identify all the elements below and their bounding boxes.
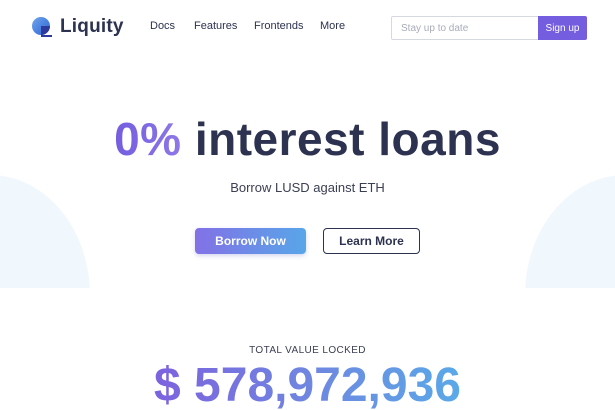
- liquity-logo-icon: [30, 15, 54, 39]
- newsletter-form: Sign up: [391, 16, 587, 40]
- nav-link-more[interactable]: More: [320, 20, 345, 32]
- brand-logo[interactable]: Liquity: [30, 14, 124, 40]
- nav-link-features[interactable]: Features: [194, 20, 254, 32]
- hero-subtitle: Borrow LUSD against ETH: [230, 180, 385, 195]
- hero-title-text: interest loans: [181, 113, 501, 165]
- learn-more-button[interactable]: Learn More: [323, 228, 420, 254]
- nav-link-frontends[interactable]: Frontends: [254, 20, 314, 32]
- tvl-amount: $ 578,972,936: [154, 359, 461, 410]
- nav-link-docs[interactable]: Docs: [150, 20, 175, 32]
- landing-page: Liquity Docs Features Frontends More Sig…: [0, 0, 615, 410]
- hero-title-accent: 0%: [114, 113, 182, 165]
- site-header: Liquity Docs Features Frontends More Sig…: [0, 0, 615, 56]
- brand-name: Liquity: [60, 16, 124, 37]
- tvl-value: $ 578,972,936: [0, 356, 615, 410]
- tvl-label: TOTAL VALUE LOCKED: [249, 345, 366, 356]
- borrow-now-button[interactable]: Borrow Now: [195, 228, 306, 254]
- newsletter-email-input[interactable]: [391, 16, 538, 40]
- hero-title: 0% interest loans: [0, 112, 615, 166]
- sign-up-button[interactable]: Sign up: [538, 16, 587, 40]
